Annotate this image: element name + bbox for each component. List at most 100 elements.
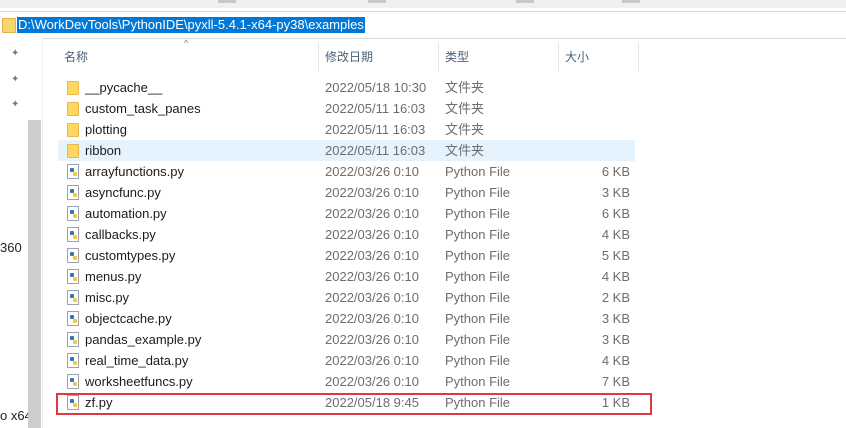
file-name: customtypes.py [85, 248, 176, 263]
file-name: worksheetfuncs.py [85, 374, 193, 389]
python-file-icon [67, 374, 79, 389]
file-row[interactable]: __pycache__ 2022/05/18 10:30 文件夹 [58, 77, 635, 98]
navigation-pane[interactable]: ✦ ✦ ✦ 360 o x64 [0, 38, 43, 428]
file-modified-date: 2022/03/26 0:10 [325, 374, 419, 389]
pin-icon[interactable]: ✦ [11, 75, 21, 85]
column-header-date[interactable]: 修改日期 [319, 43, 439, 71]
file-modified-date: 2022/05/11 16:03 [325, 122, 426, 137]
file-size: 5 KB [601, 248, 630, 263]
file-modified-date: 2022/03/26 0:10 [325, 290, 419, 305]
highlight-annotation-box [56, 393, 652, 415]
pin-icon[interactable]: ✦ [11, 49, 21, 59]
address-bar[interactable]: D:\WorkDevTools\PythonIDE\pyxll-5.4.1-x6… [0, 11, 846, 39]
file-type: Python File [445, 311, 511, 326]
file-size: 3 KB [601, 185, 630, 200]
file-type: Python File [445, 248, 511, 263]
column-header-size[interactable]: 大小 [559, 43, 639, 71]
address-path[interactable]: D:\WorkDevTools\PythonIDE\pyxll-5.4.1-x6… [17, 17, 365, 33]
pin-icon[interactable]: ✦ [11, 100, 21, 110]
file-type: 文件夹 [445, 80, 485, 95]
file-name: pandas_example.py [85, 332, 202, 347]
file-modified-date: 2022/05/11 16:03 [325, 143, 426, 158]
ribbon-tab-fragment [218, 0, 236, 3]
file-name: asyncfunc.py [85, 185, 161, 200]
file-type: Python File [445, 227, 511, 242]
file-size: 2 KB [601, 290, 630, 305]
file-modified-date: 2022/05/18 10:30 [325, 80, 427, 95]
file-name: arrayfunctions.py [85, 164, 184, 179]
folder-icon [67, 81, 79, 95]
file-name: callbacks.py [85, 227, 156, 242]
nav-item-label[interactable]: 360 [0, 240, 22, 255]
file-type: Python File [445, 164, 511, 179]
file-row[interactable]: real_time_data.py 2022/03/26 0:10 Python F… [58, 350, 635, 371]
file-type: 文件夹 [445, 101, 485, 116]
file-type: Python File [445, 374, 511, 389]
file-row[interactable]: automation.py 2022/03/26 0:10 Python File 6… [58, 203, 635, 224]
ribbon-tab-fragment [516, 0, 534, 3]
python-file-icon [67, 164, 79, 179]
column-header: 名称 修改日期 类型 大小 [58, 43, 846, 71]
file-row[interactable]: customtypes.py 2022/03/26 0:10 Python File… [58, 245, 635, 266]
file-size: 4 KB [601, 353, 630, 368]
column-header-type[interactable]: 类型 [439, 43, 559, 71]
file-row[interactable]: objectcache.py 2022/03/26 0:10 Python File… [58, 308, 635, 329]
file-type: Python File [445, 185, 511, 200]
file-size: 6 KB [601, 206, 630, 221]
file-row[interactable]: ribbon 2022/05/11 16:03 文件夹 [58, 140, 635, 161]
file-name: custom_task_panes [85, 101, 201, 116]
file-modified-date: 2022/05/11 16:03 [325, 101, 426, 116]
file-size: 6 KB [601, 164, 630, 179]
file-size [558, 77, 630, 98]
file-modified-date: 2022/03/26 0:10 [325, 164, 419, 179]
file-size: 7 KB [601, 374, 630, 389]
file-size: 4 KB [601, 269, 630, 284]
file-name: misc.py [85, 290, 130, 305]
file-row[interactable]: plotting 2022/05/11 16:03 文件夹 [58, 119, 635, 140]
folder-icon [67, 144, 79, 158]
file-row[interactable]: worksheetfuncs.py 2022/03/26 0:10 Python F… [58, 371, 635, 392]
file-name: __pycache__ [85, 80, 163, 95]
file-type: Python File [445, 353, 511, 368]
file-row[interactable]: menus.py 2022/03/26 0:10 Python File 4 KB [58, 266, 635, 287]
python-file-icon [67, 248, 79, 263]
file-modified-date: 2022/03/26 0:10 [325, 311, 419, 326]
file-name: real_time_data.py [85, 353, 189, 368]
file-modified-date: 2022/03/26 0:10 [325, 185, 419, 200]
python-file-icon [67, 185, 79, 200]
python-file-icon [67, 311, 79, 326]
python-file-icon [67, 269, 79, 284]
file-type: Python File [445, 332, 511, 347]
file-name: ribbon [85, 143, 122, 158]
file-type: 文件夹 [445, 122, 485, 137]
column-header-name[interactable]: 名称 [58, 43, 319, 71]
file-row[interactable]: asyncfunc.py 2022/03/26 0:10 Python File 3 … [58, 182, 635, 203]
file-size [558, 98, 630, 119]
file-modified-date: 2022/03/26 0:10 [325, 332, 419, 347]
ribbon-tab-fragment [368, 0, 386, 3]
file-size: 3 KB [601, 311, 630, 326]
file-row[interactable]: arrayfunctions.py 2022/03/26 0:10 Python F… [58, 161, 635, 182]
file-modified-date: 2022/03/26 0:10 [325, 353, 419, 368]
file-size [558, 119, 630, 140]
nav-scrollbar[interactable] [28, 120, 41, 428]
python-file-icon [67, 227, 79, 242]
file-modified-date: 2022/03/26 0:10 [325, 206, 419, 221]
file-size: 3 KB [601, 332, 630, 347]
file-row[interactable]: pandas_example.py 2022/03/26 0:10 Python F… [58, 329, 635, 350]
file-name: objectcache.py [85, 311, 172, 326]
file-name: menus.py [85, 269, 142, 284]
sort-ascending-icon: ^ [184, 38, 189, 48]
file-row[interactable]: callbacks.py 2022/03/26 0:10 Python File 4 … [58, 224, 635, 245]
python-file-icon [67, 206, 79, 221]
python-file-icon [67, 290, 79, 305]
file-type: Python File [445, 269, 511, 284]
file-size [558, 140, 630, 161]
folder-icon [67, 102, 79, 116]
folder-icon [67, 123, 79, 137]
file-modified-date: 2022/03/26 0:10 [325, 227, 419, 242]
file-row[interactable]: custom_task_panes 2022/05/11 16:03 文件夹 [58, 98, 635, 119]
file-type: 文件夹 [445, 143, 485, 158]
file-row[interactable]: misc.py 2022/03/26 0:10 Python File 2 KB [58, 287, 635, 308]
file-modified-date: 2022/03/26 0:10 [325, 248, 419, 263]
